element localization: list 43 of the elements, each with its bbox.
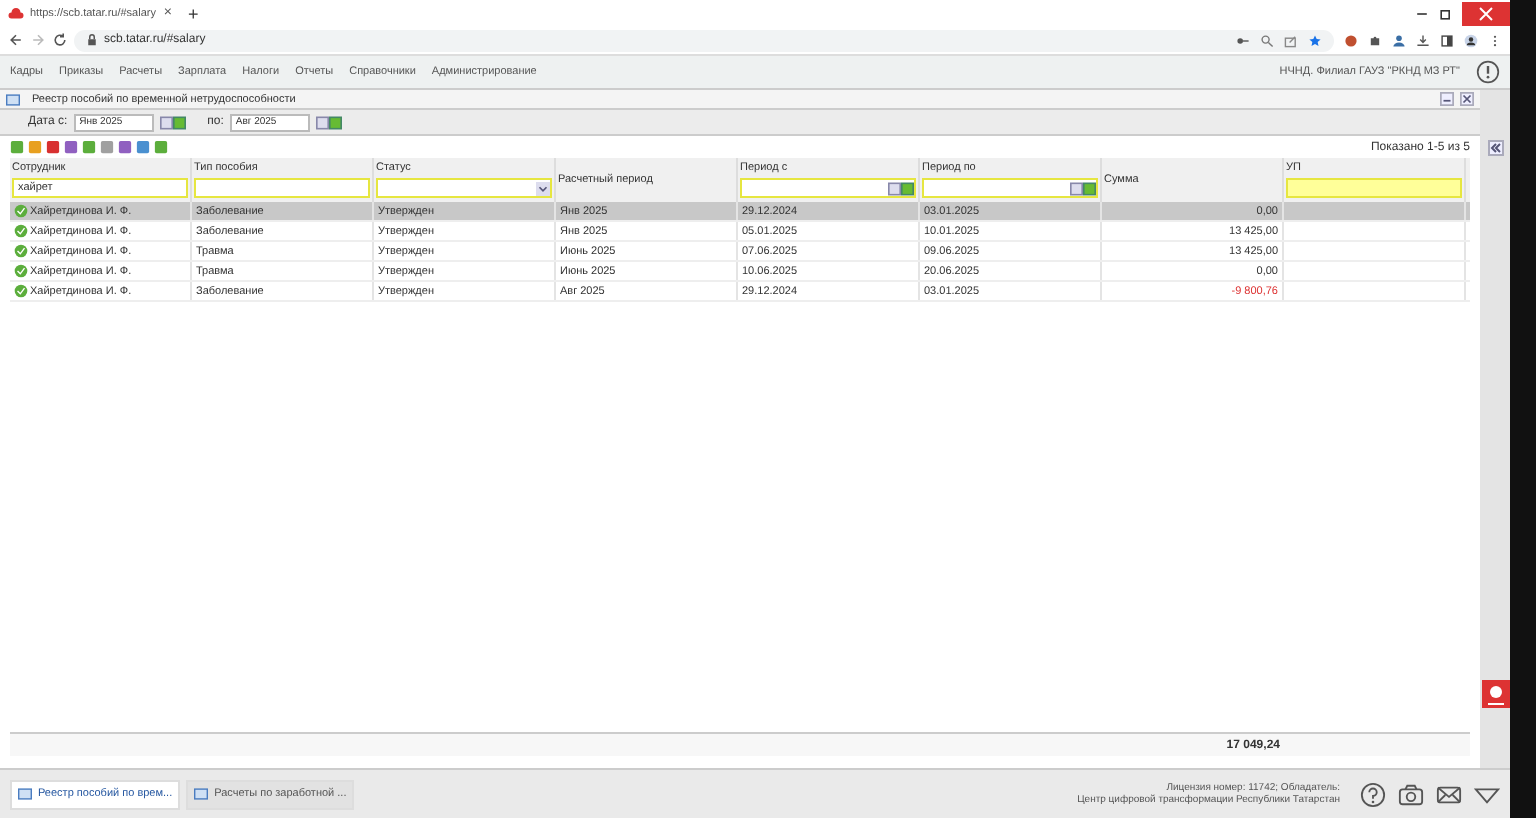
help-icon[interactable]	[1360, 781, 1386, 807]
profile-icon[interactable]	[1464, 33, 1478, 47]
share-icon[interactable]	[1284, 33, 1298, 47]
cloud-icon	[8, 7, 24, 19]
person-icon[interactable]	[1392, 33, 1406, 47]
dropdown-icon[interactable]	[536, 181, 550, 195]
restore-icon[interactable]	[1438, 5, 1454, 21]
extension-icon[interactable]	[1344, 33, 1358, 47]
more-icon[interactable]	[1488, 33, 1502, 47]
filter-field[interactable]	[922, 178, 1098, 198]
close-icon[interactable]	[1460, 92, 1474, 106]
check-icon	[14, 244, 28, 258]
window-icon	[6, 93, 20, 105]
check-icon	[14, 284, 28, 298]
minimize-icon[interactable]	[1440, 92, 1454, 106]
check-icon	[14, 264, 28, 278]
zoom-icon[interactable]	[1260, 33, 1274, 47]
mail-icon[interactable]	[1436, 781, 1462, 807]
star-icon[interactable]	[1308, 33, 1322, 47]
calendar-icon[interactable]	[888, 181, 914, 195]
collapse-icon[interactable]	[1487, 140, 1503, 156]
new-tab-button[interactable]: +	[188, 3, 199, 23]
support-icon[interactable]	[1481, 680, 1509, 708]
calendar-icon[interactable]	[315, 115, 342, 129]
alert-icon[interactable]	[1476, 60, 1500, 84]
reload-icon[interactable]	[52, 32, 68, 48]
key-icon[interactable]	[1236, 33, 1250, 47]
calendar-icon[interactable]	[159, 115, 186, 129]
sidebar-icon[interactable]	[1440, 33, 1454, 47]
camera-icon[interactable]	[1398, 781, 1424, 807]
close-window-icon[interactable]	[1462, 1, 1510, 25]
window-icon	[18, 788, 32, 800]
filter-field[interactable]	[376, 178, 552, 198]
filter-field[interactable]	[740, 178, 916, 198]
download-icon[interactable]	[1416, 33, 1430, 47]
check-icon	[14, 224, 28, 238]
calendar-icon[interactable]	[1070, 181, 1096, 195]
check-icon	[14, 204, 28, 218]
filter-field[interactable]	[194, 178, 370, 198]
back-icon[interactable]	[8, 32, 24, 48]
lock-icon	[86, 34, 98, 46]
window-icon	[194, 788, 209, 800]
filter-field[interactable]	[1286, 178, 1462, 198]
